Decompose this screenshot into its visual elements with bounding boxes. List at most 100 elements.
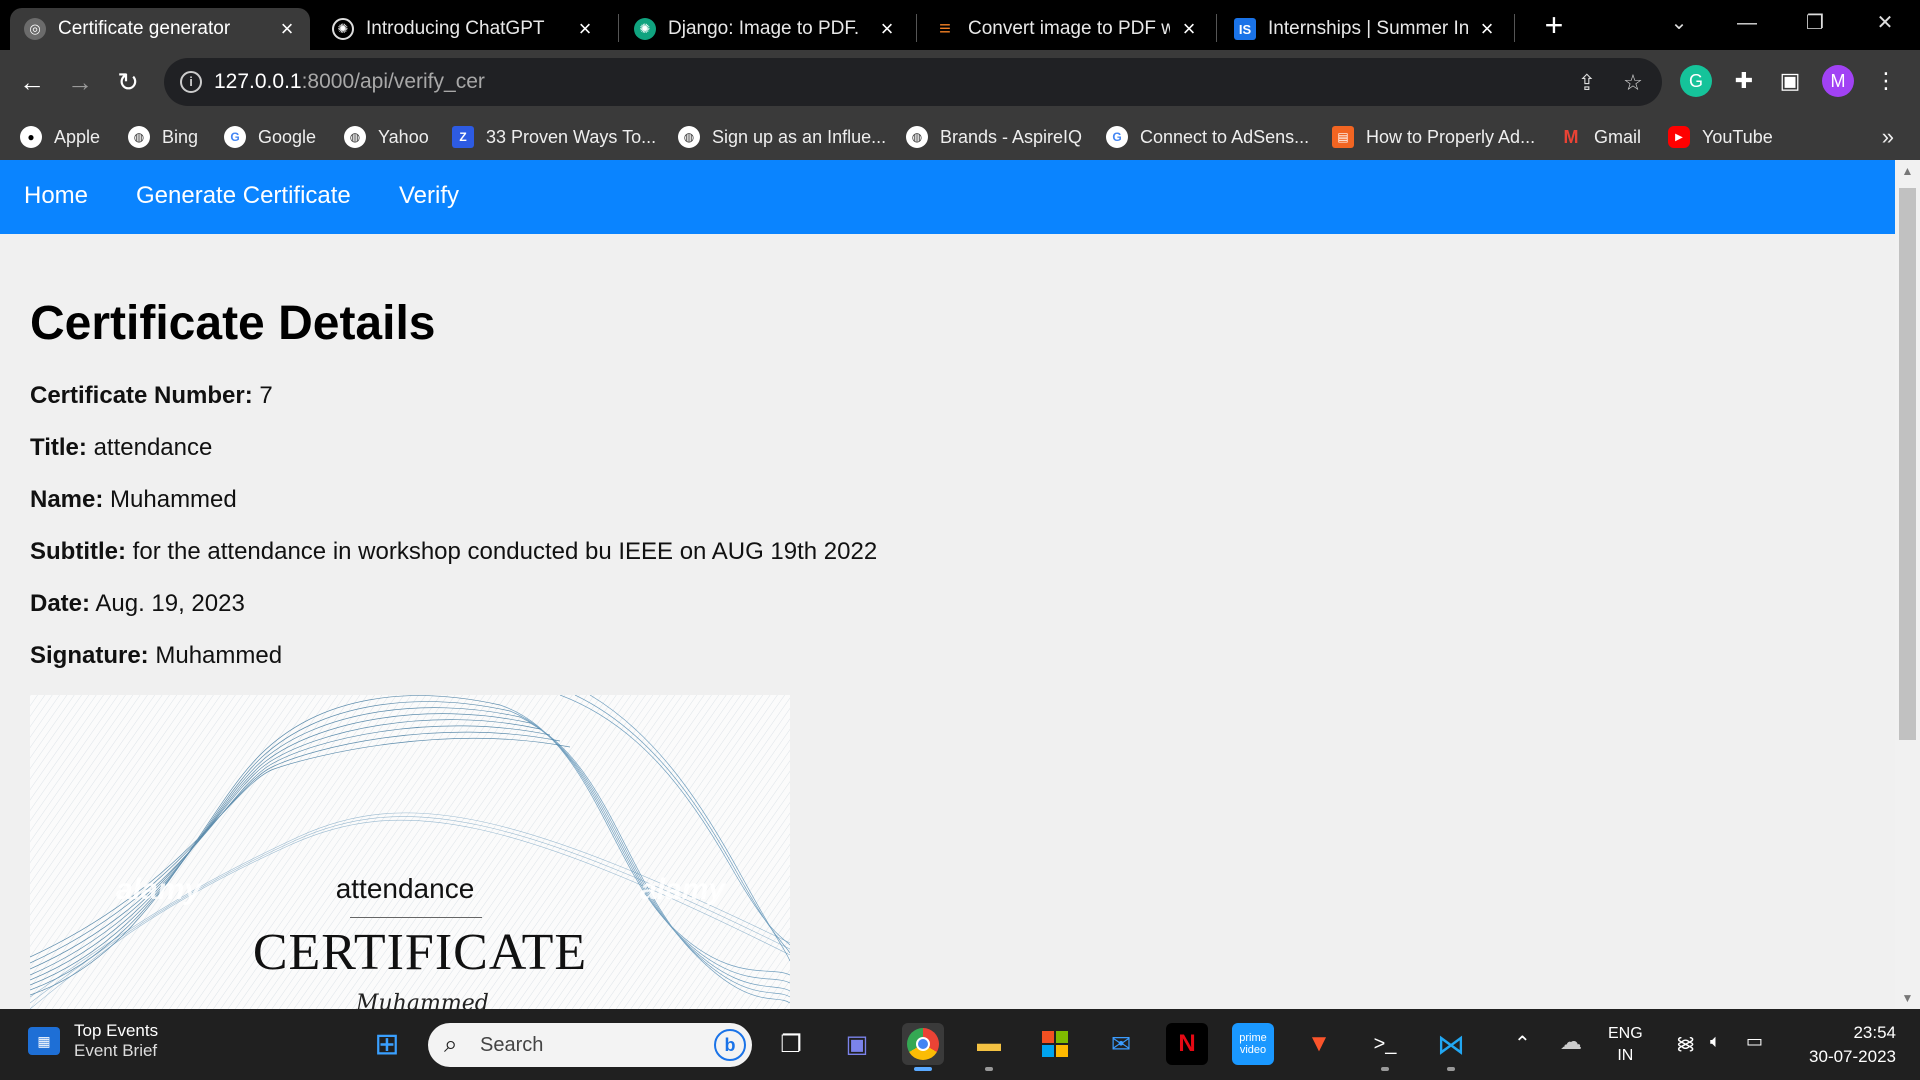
scroll-up-icon[interactable]: ▲ bbox=[1895, 164, 1920, 178]
internshala-icon: IS bbox=[1234, 18, 1256, 40]
url-host: 127.0.0.1 bbox=[214, 70, 302, 93]
bookmark-aspireiq[interactable]: ◍ Brands - AspireIQ bbox=[906, 122, 1082, 152]
share-icon[interactable]: ⇪ bbox=[1574, 70, 1600, 96]
bookmark-label: Yahoo bbox=[378, 126, 429, 147]
running-indicator bbox=[985, 1067, 993, 1071]
close-tab-icon[interactable]: × bbox=[876, 16, 898, 42]
grammarly-icon[interactable]: G bbox=[1680, 65, 1712, 97]
tab-certificate-generator[interactable]: ◎ Certificate generator × bbox=[10, 8, 310, 50]
close-tab-icon[interactable]: × bbox=[276, 16, 298, 42]
onedrive-icon[interactable]: ☁ bbox=[1560, 1029, 1582, 1055]
globe-icon: ◎ bbox=[24, 18, 46, 40]
bookmark-proven-ways[interactable]: Z 33 Proven Ways To... bbox=[452, 122, 656, 152]
page-title: Certificate Details bbox=[30, 297, 436, 350]
bookmark-label: Apple bbox=[54, 126, 101, 147]
forward-button[interactable]: → bbox=[62, 64, 98, 100]
tab-divider bbox=[1514, 14, 1515, 42]
scrollbar-thumb[interactable] bbox=[1899, 188, 1916, 740]
bookmark-yahoo[interactable]: ◍ Yahoo bbox=[344, 122, 429, 152]
mail-icon[interactable]: ✉ bbox=[1100, 1023, 1142, 1065]
tab-django-image-to-pdf[interactable]: ✺ Django: Image to PDF. × bbox=[620, 8, 910, 50]
bookmark-how-to-properly[interactable]: ▤ How to Properly Ad... bbox=[1332, 122, 1535, 152]
calendar-icon: ▦ bbox=[28, 1027, 60, 1055]
tab-search-icon[interactable]: ⌄ bbox=[1654, 6, 1704, 40]
more-bookmarks-icon[interactable]: » bbox=[1882, 124, 1894, 150]
file-explorer-icon[interactable]: ▬ bbox=[968, 1023, 1010, 1071]
bookmark-bing[interactable]: ◍ Bing bbox=[128, 122, 198, 152]
profile-avatar[interactable]: M bbox=[1822, 65, 1854, 97]
page-scrollbar[interactable]: ▲ ▼ bbox=[1895, 160, 1920, 1009]
bookmark-label: YouTube bbox=[1702, 126, 1773, 147]
scroll-down-icon[interactable]: ▼ bbox=[1895, 991, 1920, 1005]
brave-icon[interactable]: ▼ bbox=[1298, 1023, 1340, 1065]
search-placeholder: Search bbox=[480, 1034, 544, 1056]
running-indicator bbox=[1447, 1067, 1455, 1071]
bookmark-influencer[interactable]: ◍ Sign up as an Influe... bbox=[678, 122, 886, 152]
field-certificate-number: Certificate Number: 7 bbox=[30, 382, 273, 410]
tab-convert-image-to-pdf[interactable]: ≡ Convert image to PDF wit × bbox=[920, 8, 1212, 50]
prime-video-icon[interactable]: prime video bbox=[1232, 1023, 1274, 1065]
nav-generate-certificate[interactable]: Generate Certificate bbox=[136, 182, 351, 210]
field-name: Name: Muhammed bbox=[30, 486, 237, 514]
nav-verify[interactable]: Verify bbox=[399, 182, 459, 210]
url-text[interactable]: 127.0.0.1:8000/api/verify_cer bbox=[214, 70, 485, 94]
close-tab-icon[interactable]: × bbox=[574, 16, 596, 42]
battery-icon[interactable]: ▭ bbox=[1746, 1031, 1763, 1052]
bookmark-label: Sign up as an Influe... bbox=[712, 126, 887, 147]
restore-button[interactable]: ❐ bbox=[1790, 6, 1840, 40]
certificate-image-heading: CERTIFICATE bbox=[252, 924, 588, 981]
task-view-icon[interactable]: ❐ bbox=[770, 1023, 812, 1065]
globe-icon: ◍ bbox=[678, 126, 700, 148]
site-info-icon[interactable]: i bbox=[180, 71, 202, 93]
start-button[interactable]: ⊞ bbox=[366, 1023, 408, 1065]
bookmark-google[interactable]: G Google bbox=[224, 122, 316, 152]
tab-internships[interactable]: IS Internships | Summer Inte × bbox=[1220, 8, 1510, 50]
field-subtitle: Subtitle: for the attendance in workshop… bbox=[30, 538, 877, 566]
field-value: Muhammed bbox=[110, 486, 237, 513]
teams-chat-icon[interactable]: ▣ bbox=[836, 1023, 878, 1065]
taskbar-search[interactable]: ⌕ Search b bbox=[428, 1023, 752, 1067]
minimize-button[interactable]: — bbox=[1722, 6, 1772, 40]
close-tab-icon[interactable]: × bbox=[1178, 16, 1200, 42]
close-window-button[interactable]: ✕ bbox=[1860, 6, 1910, 40]
title-underline bbox=[350, 917, 482, 918]
page-viewport: Home Generate Certificate Verify Certifi… bbox=[0, 160, 1920, 1009]
bookmark-gmail[interactable]: M Gmail bbox=[1560, 122, 1642, 152]
nav-home[interactable]: Home bbox=[24, 182, 88, 210]
site-icon: ▤ bbox=[1332, 126, 1354, 148]
bing-icon[interactable]: b bbox=[714, 1029, 746, 1061]
field-label: Date: bbox=[30, 590, 91, 617]
system-clock[interactable]: 23:54 30-07-2023 bbox=[1809, 1021, 1896, 1069]
taskbar: ▦ Top Events Event Brief ⊞ ⌕ Search b ❐ … bbox=[0, 1009, 1920, 1080]
side-panel-icon[interactable]: ▣ bbox=[1774, 65, 1806, 97]
address-bar[interactable]: i 127.0.0.1:8000/api/verify_cer ⇪ ☆ bbox=[164, 58, 1662, 106]
vscode-icon[interactable]: ⋈ bbox=[1430, 1023, 1472, 1071]
microsoft-store-icon[interactable] bbox=[1034, 1023, 1076, 1065]
tab-introducing-chatgpt[interactable]: ✺ Introducing ChatGPT × bbox=[318, 8, 608, 50]
field-value: Aug. 19, 2023 bbox=[95, 590, 245, 617]
extensions-icon[interactable]: ✚ bbox=[1728, 65, 1760, 97]
menu-kebab-icon[interactable]: ⋮ bbox=[1870, 65, 1902, 97]
bookmark-star-icon[interactable]: ☆ bbox=[1620, 70, 1646, 96]
show-hidden-icons[interactable]: ⌃ bbox=[1514, 1031, 1531, 1056]
wifi-icon[interactable]: ᯼ bbox=[1676, 1031, 1695, 1055]
widget-title: Top Events bbox=[74, 1021, 159, 1040]
volume-icon[interactable]: 🔈︎ bbox=[1710, 1031, 1721, 1052]
netflix-icon[interactable]: N bbox=[1166, 1023, 1208, 1065]
chrome-icon[interactable] bbox=[902, 1023, 944, 1071]
site-navbar: Home Generate Certificate Verify bbox=[0, 160, 1895, 234]
terminal-icon[interactable]: >_ bbox=[1364, 1023, 1406, 1071]
bookmark-youtube[interactable]: ▶ YouTube bbox=[1668, 122, 1773, 152]
language-code: ENG bbox=[1608, 1025, 1643, 1042]
bookmark-apple[interactable]: ● Apple bbox=[20, 122, 100, 152]
widgets-button[interactable]: ▦ Top Events Event Brief bbox=[28, 1021, 158, 1061]
bookmark-adsense[interactable]: G Connect to AdSens... bbox=[1106, 122, 1309, 152]
gmail-icon: M bbox=[1563, 126, 1579, 147]
new-tab-button[interactable]: + bbox=[1536, 8, 1572, 44]
apple-icon: ● bbox=[20, 126, 42, 148]
bookmark-label: 33 Proven Ways To... bbox=[486, 126, 657, 147]
reload-button[interactable]: ↻ bbox=[110, 64, 146, 100]
language-indicator[interactable]: ENG IN bbox=[1608, 1023, 1643, 1067]
close-tab-icon[interactable]: × bbox=[1476, 16, 1498, 42]
back-button[interactable]: ← bbox=[14, 64, 50, 100]
